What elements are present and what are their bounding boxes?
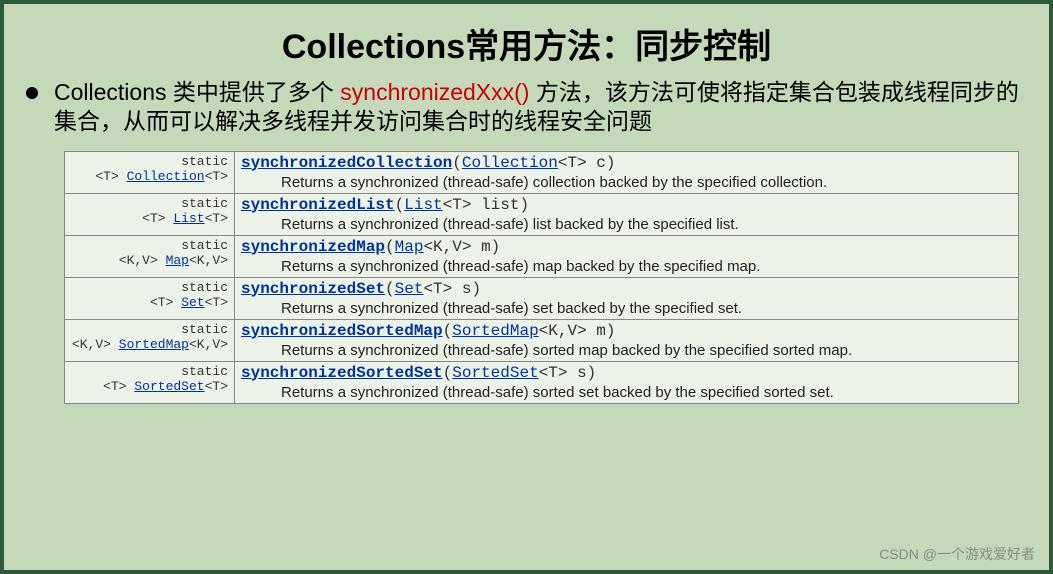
api-method-table: static<T> Collection<T>synchronizedColle…	[64, 151, 1019, 404]
method-description: Returns a synchronized (thread-safe) sor…	[241, 384, 1012, 401]
return-type-link[interactable]: SortedMap	[119, 337, 189, 352]
method-name-link[interactable]: synchronizedList	[241, 196, 395, 214]
method-cell: synchronizedSortedMap(SortedMap<K,V> m) R…	[235, 319, 1019, 361]
return-type-link[interactable]: List	[173, 211, 204, 226]
watermark-text: CSDN @一个游戏爱好者	[879, 544, 1035, 564]
return-type-link[interactable]: Map	[166, 253, 189, 268]
modifier-cell: static<K,V> Map<K,V>	[65, 235, 235, 277]
return-type-link[interactable]: SortedSet	[134, 379, 204, 394]
modifier-cell: static<K,V> SortedMap<K,V>	[65, 319, 235, 361]
param-type-link[interactable]: Map	[395, 238, 424, 256]
param-rest: <T> c)	[558, 154, 616, 172]
paren-open: (	[452, 154, 462, 172]
description-paragraph: Collections 类中提供了多个 synchronizedXxx() 方法…	[4, 78, 1049, 136]
method-cell: synchronizedList(List<T> list) Returns a …	[235, 193, 1019, 235]
param-type-link[interactable]: Set	[395, 280, 424, 298]
param-rest: <T> s)	[539, 364, 597, 382]
modifier-cell: static<T> List<T>	[65, 193, 235, 235]
method-description: Returns a synchronized (thread-safe) sor…	[241, 342, 1012, 359]
modifier-cell: static<T> SortedSet<T>	[65, 361, 235, 403]
static-keyword: static	[71, 322, 228, 337]
modifier-cell: static<T> Collection<T>	[65, 151, 235, 193]
method-name-link[interactable]: synchronizedSet	[241, 280, 385, 298]
type-post: <T>	[205, 379, 228, 394]
type-post: <T>	[205, 211, 228, 226]
paren-open: (	[395, 196, 405, 214]
type-pre: <T>	[103, 379, 134, 394]
desc-pre: Collections 类中提供了多个	[54, 79, 340, 105]
method-cell: synchronizedMap(Map<K,V> m) Returns a syn…	[235, 235, 1019, 277]
table-row: static<T> Set<T>synchronizedSet(Set<T> s…	[65, 277, 1019, 319]
return-type-link[interactable]: Collection	[127, 169, 205, 184]
param-type-link[interactable]: SortedSet	[452, 364, 538, 382]
type-post: <T>	[205, 295, 228, 310]
paren-open: (	[443, 364, 453, 382]
param-type-link[interactable]: List	[404, 196, 442, 214]
method-description: Returns a synchronized (thread-safe) col…	[241, 174, 1012, 191]
type-pre: <T>	[142, 211, 173, 226]
table-row: static<T> Collection<T>synchronizedColle…	[65, 151, 1019, 193]
static-keyword: static	[71, 238, 228, 253]
return-type: <T> List<T>	[71, 211, 228, 226]
type-post: <K,V>	[189, 253, 228, 268]
return-type: <T> Collection<T>	[71, 169, 228, 184]
return-type: <K,V> Map<K,V>	[71, 253, 228, 268]
return-type: <T> Set<T>	[71, 295, 228, 310]
table-row: static<K,V> SortedMap<K,V>synchronizedSo…	[65, 319, 1019, 361]
param-rest: <K,V> m)	[539, 322, 616, 340]
table-row: static<T> SortedSet<T>synchronizedSorted…	[65, 361, 1019, 403]
method-name-link[interactable]: synchronizedMap	[241, 238, 385, 256]
return-type: <T> SortedSet<T>	[71, 379, 228, 394]
method-name-link[interactable]: synchronizedSortedSet	[241, 364, 443, 382]
method-description: Returns a synchronized (thread-safe) set…	[241, 300, 1012, 317]
paren-open: (	[443, 322, 453, 340]
table-row: static<T> List<T>synchronizedList(List<T…	[65, 193, 1019, 235]
method-name-link[interactable]: synchronizedSortedMap	[241, 322, 443, 340]
paren-open: (	[385, 280, 395, 298]
bullet-icon	[26, 87, 38, 99]
type-pre: <K,V>	[72, 337, 119, 352]
param-type-link[interactable]: SortedMap	[452, 322, 538, 340]
param-type-link[interactable]: Collection	[462, 154, 558, 172]
param-rest: <T> s)	[423, 280, 481, 298]
method-name-link[interactable]: synchronizedCollection	[241, 154, 452, 172]
type-pre: <K,V>	[119, 253, 166, 268]
method-cell: synchronizedCollection(Collection<T> c) R…	[235, 151, 1019, 193]
type-post: <T>	[205, 169, 228, 184]
static-keyword: static	[71, 154, 228, 169]
desc-highlight: synchronizedXxx()	[340, 79, 529, 105]
table-row: static<K,V> Map<K,V>synchronizedMap(Map<…	[65, 235, 1019, 277]
paren-open: (	[385, 238, 395, 256]
param-rest: <T> list)	[443, 196, 529, 214]
return-type-link[interactable]: Set	[181, 295, 204, 310]
type-post: <K,V>	[189, 337, 228, 352]
type-pre: <T>	[150, 295, 181, 310]
method-description: Returns a synchronized (thread-safe) lis…	[241, 216, 1012, 233]
static-keyword: static	[71, 364, 228, 379]
page-title: Collections常用方法：同步控制	[4, 4, 1049, 78]
param-rest: <K,V> m)	[423, 238, 500, 256]
method-cell: synchronizedSortedSet(SortedSet<T> s) Ret…	[235, 361, 1019, 403]
static-keyword: static	[71, 196, 228, 211]
static-keyword: static	[71, 280, 228, 295]
type-pre: <T>	[95, 169, 126, 184]
return-type: <K,V> SortedMap<K,V>	[71, 337, 228, 352]
method-cell: synchronizedSet(Set<T> s) Returns a synch…	[235, 277, 1019, 319]
modifier-cell: static<T> Set<T>	[65, 277, 235, 319]
method-description: Returns a synchronized (thread-safe) map…	[241, 258, 1012, 275]
